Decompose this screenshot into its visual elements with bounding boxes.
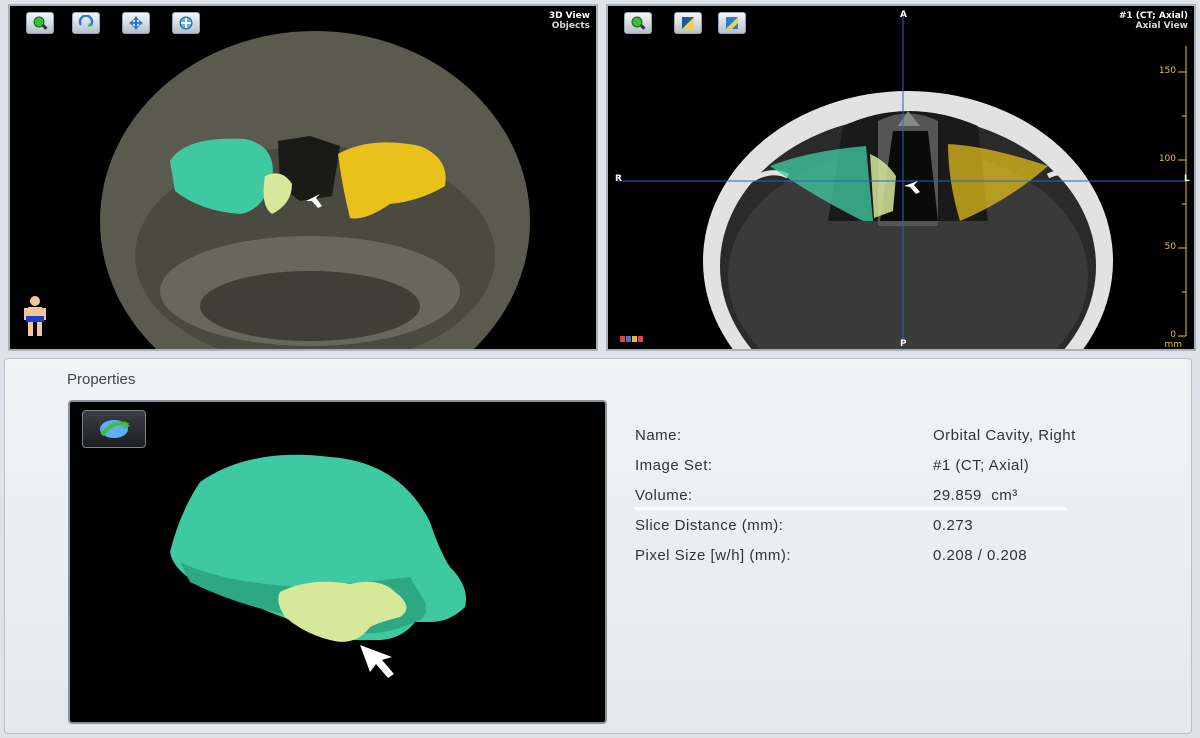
scale-label-50: 50 [1164,242,1176,252]
scale-label-0: 0 [1170,330,1176,340]
orientation-label-right: R [615,174,622,184]
orientation-cube-icon [620,336,643,342]
pan-icon [129,16,143,30]
axial-ct-canvas[interactable] [608,6,1194,349]
properties-title: Properties [67,371,136,388]
volume-highlight-underline [635,507,1067,510]
orientation-label-left: L [1184,174,1190,184]
windowing-icon [682,17,694,29]
property-pixel-size-value: 0.208 / 0.208 [933,547,1028,564]
rotate-preview-button[interactable] [82,410,146,448]
property-name-value: Orbital Cavity, Right [933,427,1076,444]
scale-label-150: 150 [1158,66,1176,76]
axial-view-subtitle: Axial View [1135,21,1188,31]
zoom-tool-button[interactable] [624,12,652,34]
3d-view-subtitle: Objects [551,21,590,31]
contrast-tool-button[interactable] [718,12,746,34]
property-slice-distance-label: Slice Distance (mm): [635,517,784,534]
pan-tool-button[interactable] [122,12,150,34]
axial-view-title-text: #1 (CT; Axial) [1118,11,1188,21]
rotate-icon [78,15,94,27]
windowing-tool-button[interactable] [674,12,702,34]
3d-view-title-text: 3D View [548,11,590,21]
zoom-tool-button[interactable] [26,12,54,34]
axial-view-panel[interactable]: #1 (CT; Axial) Axial View A P R L 150 10… [606,4,1196,351]
zoom-icon [631,16,646,30]
rotate-tool-button[interactable] [72,12,100,34]
3d-render-canvas[interactable] [10,6,596,349]
property-volume-label: Volume: [635,487,693,504]
object-preview-viewport[interactable] [68,400,607,724]
property-image-set-value: #1 (CT; Axial) [933,457,1030,474]
reset-view-tool-button[interactable] [172,12,200,34]
properties-panel: Properties Name: Orbital Cavity, Right I… [4,358,1192,734]
3d-view-title: 3D View Objects [549,11,590,31]
scale-bar [1178,46,1187,337]
orientation-label-anterior: A [900,10,907,20]
axial-view-title: #1 (CT; Axial) Axial View [1119,11,1188,31]
property-slice-distance-value: 0.273 [933,517,974,534]
property-name-label: Name: [635,427,682,444]
property-pixel-size-label: Pixel Size [w/h] (mm): [635,547,792,564]
property-image-set-label: Image Set: [635,457,713,474]
contrast-icon [726,17,738,29]
orientation-label-posterior: P [900,339,907,349]
zoom-icon [33,16,48,30]
scale-unit-label: mm [1164,340,1182,350]
3d-view-panel[interactable]: 3D View Objects [8,4,598,351]
pointer-arrow-icon [360,645,394,678]
object-preview-canvas[interactable] [70,402,605,722]
patient-orientation-icon [24,296,46,336]
scale-label-100: 100 [1158,154,1176,164]
property-volume-value: 29.859 cm³ [933,487,1018,504]
reset-view-icon [179,16,193,30]
rotate-icon [100,420,130,438]
